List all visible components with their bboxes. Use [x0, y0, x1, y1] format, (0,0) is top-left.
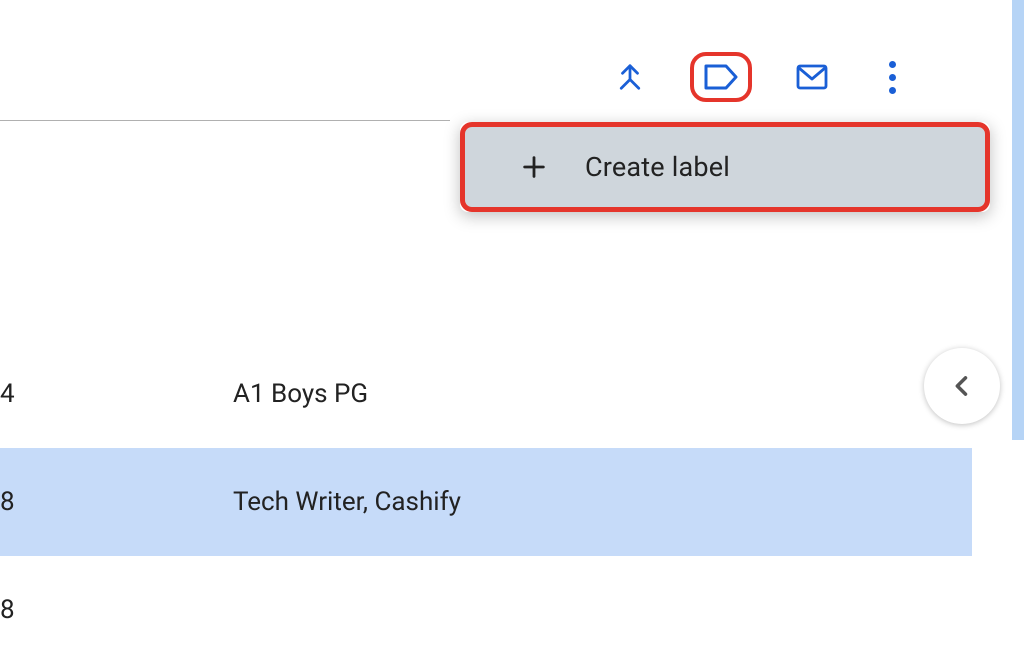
chevron-left-icon — [948, 372, 976, 400]
create-label-option[interactable]: Create label — [460, 122, 990, 212]
create-label-text: Create label — [585, 151, 730, 183]
action-toolbar — [610, 52, 912, 102]
row-number: 8 — [0, 487, 25, 517]
plus-icon — [519, 152, 549, 182]
merge-icon[interactable] — [610, 57, 650, 97]
row-number: 4 — [0, 379, 25, 409]
collapse-side-panel-button[interactable] — [924, 348, 1000, 424]
label-dropdown: Create label — [460, 122, 990, 212]
row-number: 8 — [0, 595, 25, 625]
list-item[interactable]: 8 Tech Writer, Cashify — [0, 448, 972, 556]
more-vertical-icon[interactable] — [872, 57, 912, 97]
row-text: A1 Boys PG — [25, 379, 368, 409]
label-icon-highlight — [690, 52, 752, 102]
row-text: Tech Writer, Cashify — [25, 487, 461, 517]
list-item[interactable]: 4 A1 Boys PG — [0, 340, 972, 448]
scrollbar-track[interactable] — [1012, 0, 1024, 440]
list-item[interactable]: 8 — [0, 556, 972, 664]
toolbar-divider — [0, 120, 450, 121]
mail-icon[interactable] — [792, 57, 832, 97]
label-icon[interactable] — [704, 64, 738, 90]
contact-list: 4 A1 Boys PG 8 Tech Writer, Cashify 8 — [0, 340, 972, 664]
